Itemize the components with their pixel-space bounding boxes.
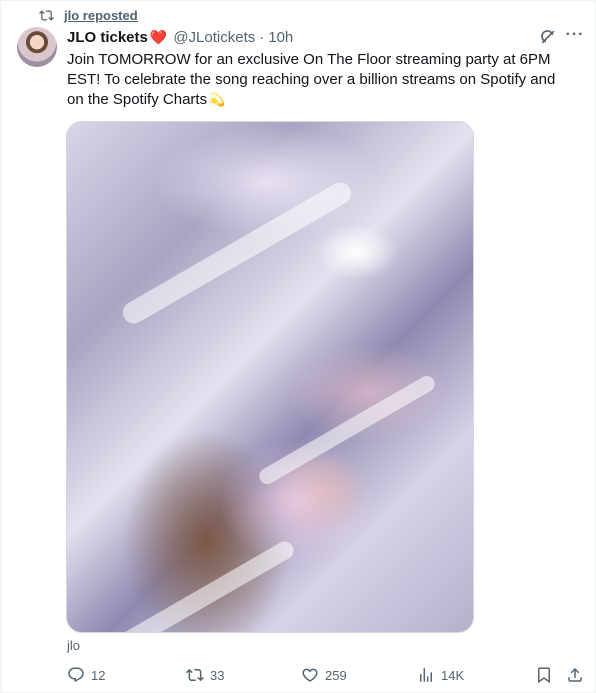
like-button[interactable]: 259: [301, 663, 347, 687]
repost-label[interactable]: jlo reposted: [64, 8, 138, 23]
photo-highlight: [256, 373, 438, 487]
reply-count: 12: [91, 667, 106, 683]
tweet-body: Join TOMORROW for an exclusive On The Fl…: [67, 51, 556, 108]
share-button[interactable]: [566, 663, 584, 687]
views-icon: [420, 668, 432, 682]
repost-icon: [186, 668, 204, 682]
grok-icon[interactable]: [538, 27, 558, 47]
bookmark-icon: [538, 667, 550, 684]
like-count: 259: [325, 667, 347, 683]
tweet-header: JLO tickets ❤️ @JLotickets · 10h: [67, 27, 293, 47]
bookmark-button[interactable]: [535, 663, 553, 687]
tweet-text: Join TOMORROW for an exclusive On The Fl…: [67, 50, 572, 110]
heart-emoji: ❤️: [149, 28, 168, 45]
user-handle[interactable]: @JLotickets: [173, 29, 255, 46]
separator-dot: ·: [259, 28, 265, 46]
views-button[interactable]: 14K: [417, 663, 464, 687]
sparkle-emoji: 💫: [209, 92, 226, 107]
repost-icon: [39, 9, 54, 21]
repost-indicator[interactable]: jlo reposted: [39, 7, 138, 23]
timestamp[interactable]: 10h: [268, 29, 293, 46]
heart-icon: [302, 668, 318, 682]
repost-count: 33: [210, 667, 225, 683]
photo-highlight: [97, 538, 297, 632]
tweet-card[interactable]: jlo reposted JLO tickets ❤️ @JLotickets …: [0, 0, 596, 693]
share-icon: [568, 667, 582, 682]
repost-button[interactable]: 33: [186, 663, 224, 687]
views-count: 14K: [441, 667, 465, 683]
reply-icon: [68, 667, 84, 683]
more-icon[interactable]: ···: [564, 26, 586, 48]
avatar[interactable]: [17, 27, 57, 67]
tweet-photo[interactable]: [66, 121, 474, 633]
reply-button[interactable]: 12: [67, 663, 105, 687]
photo-highlight: [118, 178, 356, 328]
action-bar: 12 33 259 14K: [1, 663, 596, 687]
display-name[interactable]: JLO tickets: [67, 29, 148, 46]
media-caption[interactable]: jlo: [67, 638, 80, 653]
